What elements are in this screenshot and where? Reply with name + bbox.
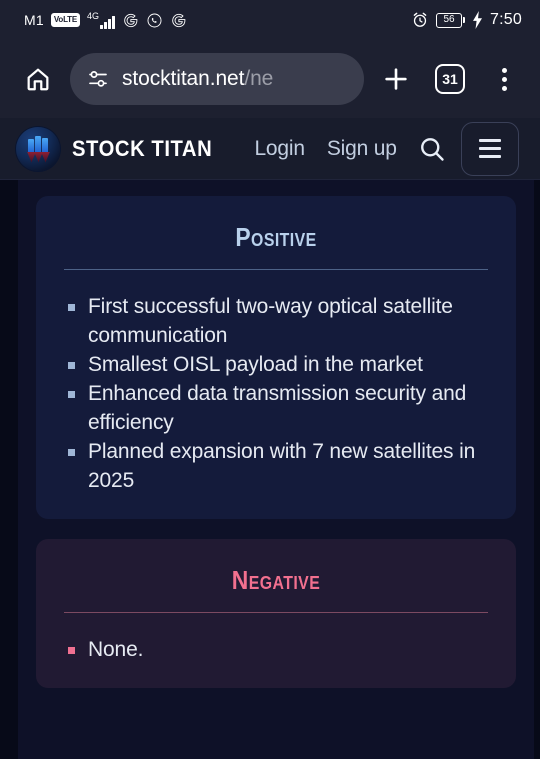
page-inner: Positive First successful two-way optica… xyxy=(18,180,534,759)
hamburger-menu-icon xyxy=(478,139,501,158)
login-link[interactable]: Login xyxy=(254,137,305,161)
negative-card: Negative None. xyxy=(36,539,516,688)
google-icon xyxy=(170,12,187,29)
search-icon xyxy=(417,134,447,164)
list-item: Enhanced data transmission security and … xyxy=(64,379,488,437)
whatsapp-icon xyxy=(146,12,163,29)
battery-cap xyxy=(463,17,466,23)
charging-bolt-icon xyxy=(472,11,483,29)
signal-bars-icon xyxy=(100,15,115,29)
positive-card-list: First successful two-way optical satelli… xyxy=(64,292,488,495)
negative-card-divider xyxy=(64,612,488,613)
list-item: None. xyxy=(64,635,488,664)
clock-label: 7:50 xyxy=(490,11,522,28)
volte-badge: VoLTE xyxy=(50,13,81,27)
phone-screen: M1 VoLTE 4G 56 7:50 stocktitan.net/ne 31… xyxy=(0,0,540,759)
list-item: First successful two-way optical satelli… xyxy=(64,292,488,350)
positive-card: Positive First successful two-way optica… xyxy=(36,196,516,519)
google-icon xyxy=(122,12,139,29)
tab-switcher-button[interactable]: 31 xyxy=(428,57,472,101)
url-text: stocktitan.net/ne xyxy=(122,67,273,91)
header-nav: Login Sign up xyxy=(254,137,396,161)
alarm-clock-icon xyxy=(411,11,429,29)
site-settings-sliders-icon[interactable] xyxy=(86,67,110,91)
page-right-edge xyxy=(534,180,540,759)
brand-name[interactable]: STOCK TITAN xyxy=(72,136,212,162)
signup-link[interactable]: Sign up xyxy=(327,137,397,161)
kebab-menu-icon xyxy=(501,67,507,91)
plus-icon xyxy=(381,64,411,94)
network-type-label: 4G xyxy=(87,11,100,21)
stock-titan-logo-icon[interactable] xyxy=(16,126,60,171)
carrier-label: M1 xyxy=(24,12,44,28)
page-content: Positive First successful two-way optica… xyxy=(0,180,540,759)
hamburger-menu-button[interactable] xyxy=(460,121,519,176)
search-button[interactable] xyxy=(415,132,449,166)
site-header: STOCK TITAN Login Sign up xyxy=(0,118,540,180)
browser-toolbar: stocktitan.net/ne 31 xyxy=(0,40,540,118)
battery-indicator: 56 xyxy=(436,12,466,28)
list-item: Smallest OISL payload in the market xyxy=(64,350,488,379)
negative-card-title: Negative xyxy=(231,565,321,595)
status-bar-left: M1 VoLTE 4G xyxy=(24,11,187,29)
list-item: Planned expansion with 7 new satellites … xyxy=(64,437,488,495)
positive-card-title: Positive xyxy=(235,222,317,252)
status-bar-right: 56 7:50 xyxy=(411,11,522,29)
page-left-edge xyxy=(0,180,18,759)
tab-count-label: 31 xyxy=(435,64,465,94)
new-tab-button[interactable] xyxy=(374,57,418,101)
network-indicator: 4G xyxy=(87,11,115,29)
browser-menu-button[interactable] xyxy=(482,57,526,101)
url-path: /ne xyxy=(244,67,274,90)
url-host: stocktitan.net xyxy=(122,67,245,90)
battery-level-label: 56 xyxy=(436,12,463,28)
home-icon xyxy=(24,65,52,93)
negative-card-list: None. xyxy=(64,635,488,664)
url-bar[interactable]: stocktitan.net/ne xyxy=(70,53,364,105)
status-bar: M1 VoLTE 4G 56 7:50 xyxy=(0,0,540,40)
home-button[interactable] xyxy=(16,57,60,101)
positive-card-divider xyxy=(64,269,488,270)
